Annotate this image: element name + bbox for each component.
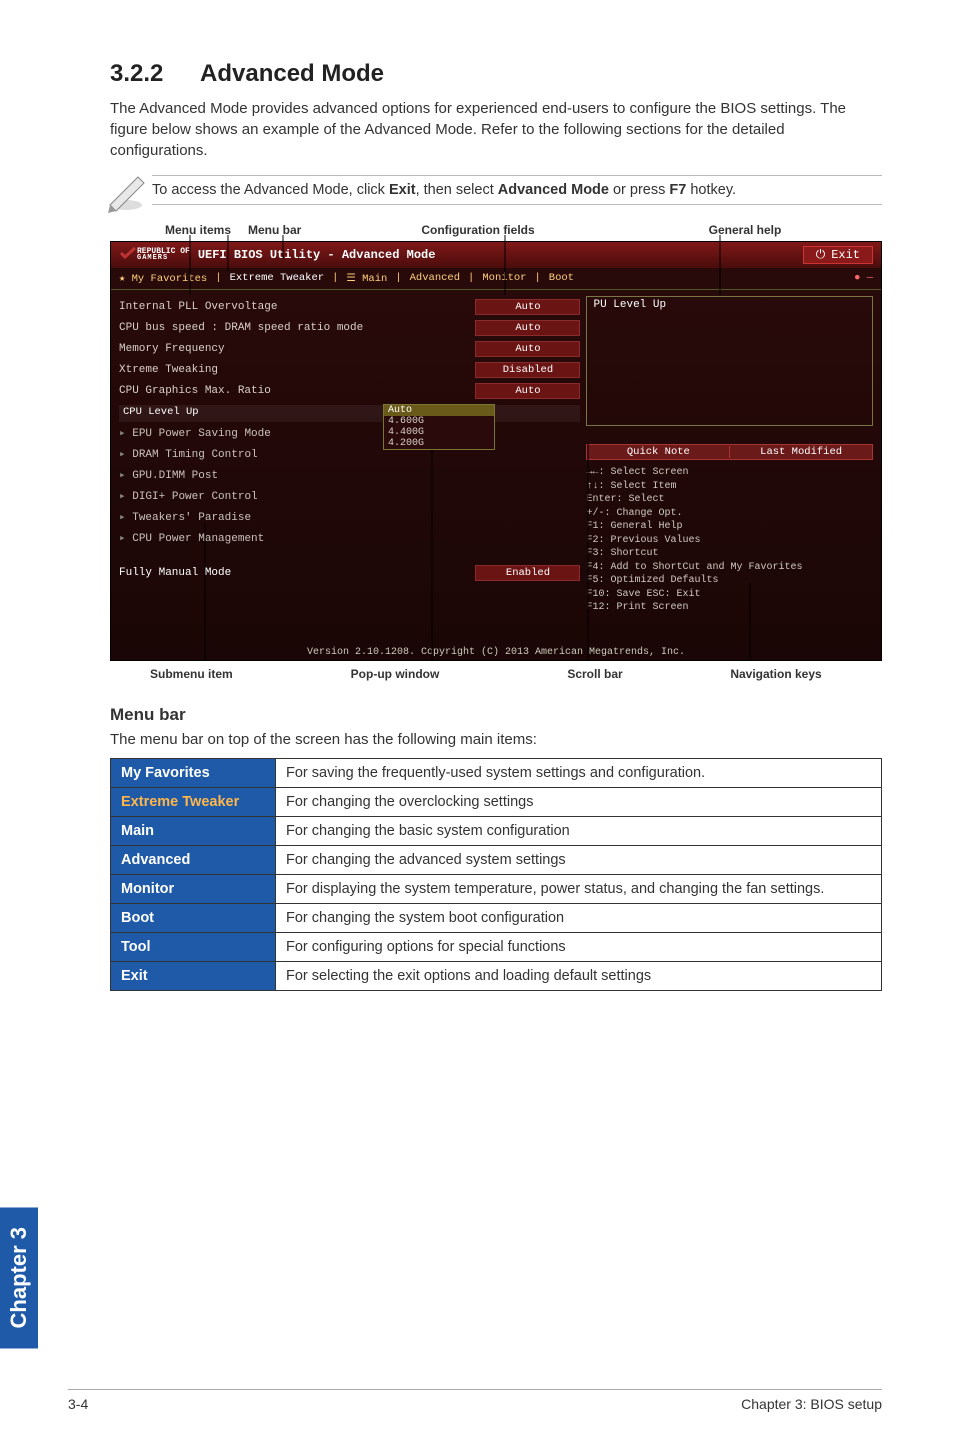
table-row: Extreme TweakerFor changing the overcloc… <box>111 788 882 817</box>
bios-tabs: ★ My Favorites | Extreme Tweaker | ☰ Mai… <box>111 268 881 290</box>
row-memory-freq[interactable]: Memory Frequency Auto <box>119 338 580 359</box>
table-desc: For displaying the system temperature, p… <box>276 875 882 904</box>
bios-version: Version 2.10.1208. Copyright (C) 2013 Am… <box>111 647 881 658</box>
table-row: My FavoritesFor saving the frequently-us… <box>111 759 882 788</box>
table-desc: For configuring options for special func… <box>276 933 882 962</box>
help-keys: →←: Select Screen ↑↓: Select Item Enter:… <box>586 466 873 615</box>
tip-text: To access the Advanced Mode, click Exit,… <box>152 182 882 198</box>
table-desc: For changing the basic system configurat… <box>276 817 882 846</box>
row-cpu-bus-speed[interactable]: CPU bus speed : DRAM speed ratio mode Au… <box>119 317 580 338</box>
table-row: AdvancedFor changing the advanced system… <box>111 846 882 875</box>
last-modified-button[interactable]: Last Modified <box>729 446 872 458</box>
label-menu-bar: Menu bar <box>248 223 348 237</box>
bios-logo: REPUBLIC OF GAMERS <box>137 248 190 261</box>
table-key: Exit <box>111 962 276 991</box>
group-cpu-level-up[interactable]: CPU Level Up CPU Level Up <box>119 405 580 422</box>
table-desc: For selecting the exit options and loadi… <box>276 962 882 991</box>
table-key: Main <box>111 817 276 846</box>
table-row: MainFor changing the basic system config… <box>111 817 882 846</box>
tab-advanced[interactable]: Advanced <box>410 272 460 285</box>
sub-cpu-power-mgmt[interactable]: CPU Power Management <box>119 527 580 548</box>
table-key: Extreme Tweaker <box>111 788 276 817</box>
hw-dot-icon: ● — <box>854 272 873 285</box>
label-submenu: Submenu item <box>110 667 270 681</box>
label-nav-keys: Navigation keys <box>670 667 882 681</box>
page-number: 3-4 <box>68 1396 88 1412</box>
table-desc: For changing the overclocking settings <box>276 788 882 817</box>
quick-note-bar: Quick Note Last Modified <box>586 444 873 460</box>
table-row: BootFor changing the system boot configu… <box>111 904 882 933</box>
intro-paragraph: The Advanced Mode provides advanced opti… <box>110 98 882 161</box>
section-number: 3.2.2 <box>110 60 200 88</box>
table-key: Advanced <box>111 846 276 875</box>
popup-cpu-level-options[interactable]: Auto 4.600G 4.400G 4.200G <box>383 404 495 450</box>
tab-extreme-tweaker[interactable]: Extreme Tweaker <box>230 272 325 285</box>
tip-note: To access the Advanced Mode, click Exit,… <box>152 175 882 205</box>
sub-dram-timing[interactable]: DRAM Timing Control <box>119 443 580 464</box>
tab-monitor[interactable]: Monitor <box>482 272 526 285</box>
bios-title: UEFI BIOS Utility - Advanced Mode <box>198 248 436 262</box>
table-key: Boot <box>111 904 276 933</box>
table-row: ToolFor configuring options for special … <box>111 933 882 962</box>
footer-chapter: Chapter 3: BIOS setup <box>741 1396 882 1412</box>
sub-tweakers-paradise[interactable]: Tweakers' Paradise <box>119 506 580 527</box>
field-pll[interactable]: Auto <box>475 299 580 315</box>
table-key: Tool <box>111 933 276 962</box>
table-desc: For changing the advanced system setting… <box>276 846 882 875</box>
table-desc: For saving the frequently-used system se… <box>276 759 882 788</box>
row-fully-manual[interactable]: Fully Manual Mode Enabled <box>119 562 580 583</box>
label-menu-items: Menu items <box>148 223 248 237</box>
sub-epu-power-saving[interactable]: EPU Power Saving Mode <box>119 422 580 443</box>
label-popup: Pop-up window <box>270 667 520 681</box>
section-title-text: Advanced Mode <box>200 60 384 87</box>
help-panel-title-box: PU Level Up <box>586 296 873 426</box>
note-icon <box>104 169 148 218</box>
screenshot-top-labels: Menu items Menu bar Configuration fields… <box>148 223 882 237</box>
section-heading: 3.2.2Advanced Mode <box>110 60 882 88</box>
tab-boot[interactable]: Boot <box>549 272 574 285</box>
bios-check-icon <box>119 246 137 264</box>
table-row: ExitFor selecting the exit options and l… <box>111 962 882 991</box>
tab-main[interactable]: ☰ Main <box>346 272 387 285</box>
label-scrollbar: Scroll bar <box>520 667 670 681</box>
screenshot-bottom-labels: Submenu item Pop-up window Scroll bar Na… <box>110 667 882 681</box>
tab-my-favorites[interactable]: ★ My Favorites <box>119 272 207 285</box>
exit-button[interactable]: ⏻ Exit <box>803 246 873 264</box>
sub-gpu-dimm-post[interactable]: GPU.DIMM Post <box>119 464 580 485</box>
row-pll-overvoltage[interactable]: Internal PLL Overvoltage Auto <box>119 296 580 317</box>
label-config-fields: Configuration fields <box>348 223 608 237</box>
bios-screenshot: REPUBLIC OF GAMERS UEFI BIOS Utility - A… <box>110 241 882 661</box>
menu-bar-heading: Menu bar <box>110 705 882 725</box>
menu-bar-table: My FavoritesFor saving the frequently-us… <box>110 758 882 991</box>
row-cpu-graphics-ratio[interactable]: CPU Graphics Max. Ratio Auto <box>119 380 580 401</box>
table-key: Monitor <box>111 875 276 904</box>
sub-digi-power[interactable]: DIGI+ Power Control <box>119 485 580 506</box>
table-key: My Favorites <box>111 759 276 788</box>
quick-note-button[interactable]: Quick Note <box>587 446 729 458</box>
table-row: MonitorFor displaying the system tempera… <box>111 875 882 904</box>
row-xtreme-tweaking[interactable]: Xtreme Tweaking Disabled <box>119 359 580 380</box>
power-icon: ⏻ <box>816 248 826 262</box>
table-desc: For changing the system boot configurati… <box>276 904 882 933</box>
chapter-side-tab: Chapter 3 <box>0 1207 38 1348</box>
menu-bar-intro: The menu bar on top of the screen has th… <box>110 731 882 748</box>
label-general-help: General help <box>608 223 882 237</box>
